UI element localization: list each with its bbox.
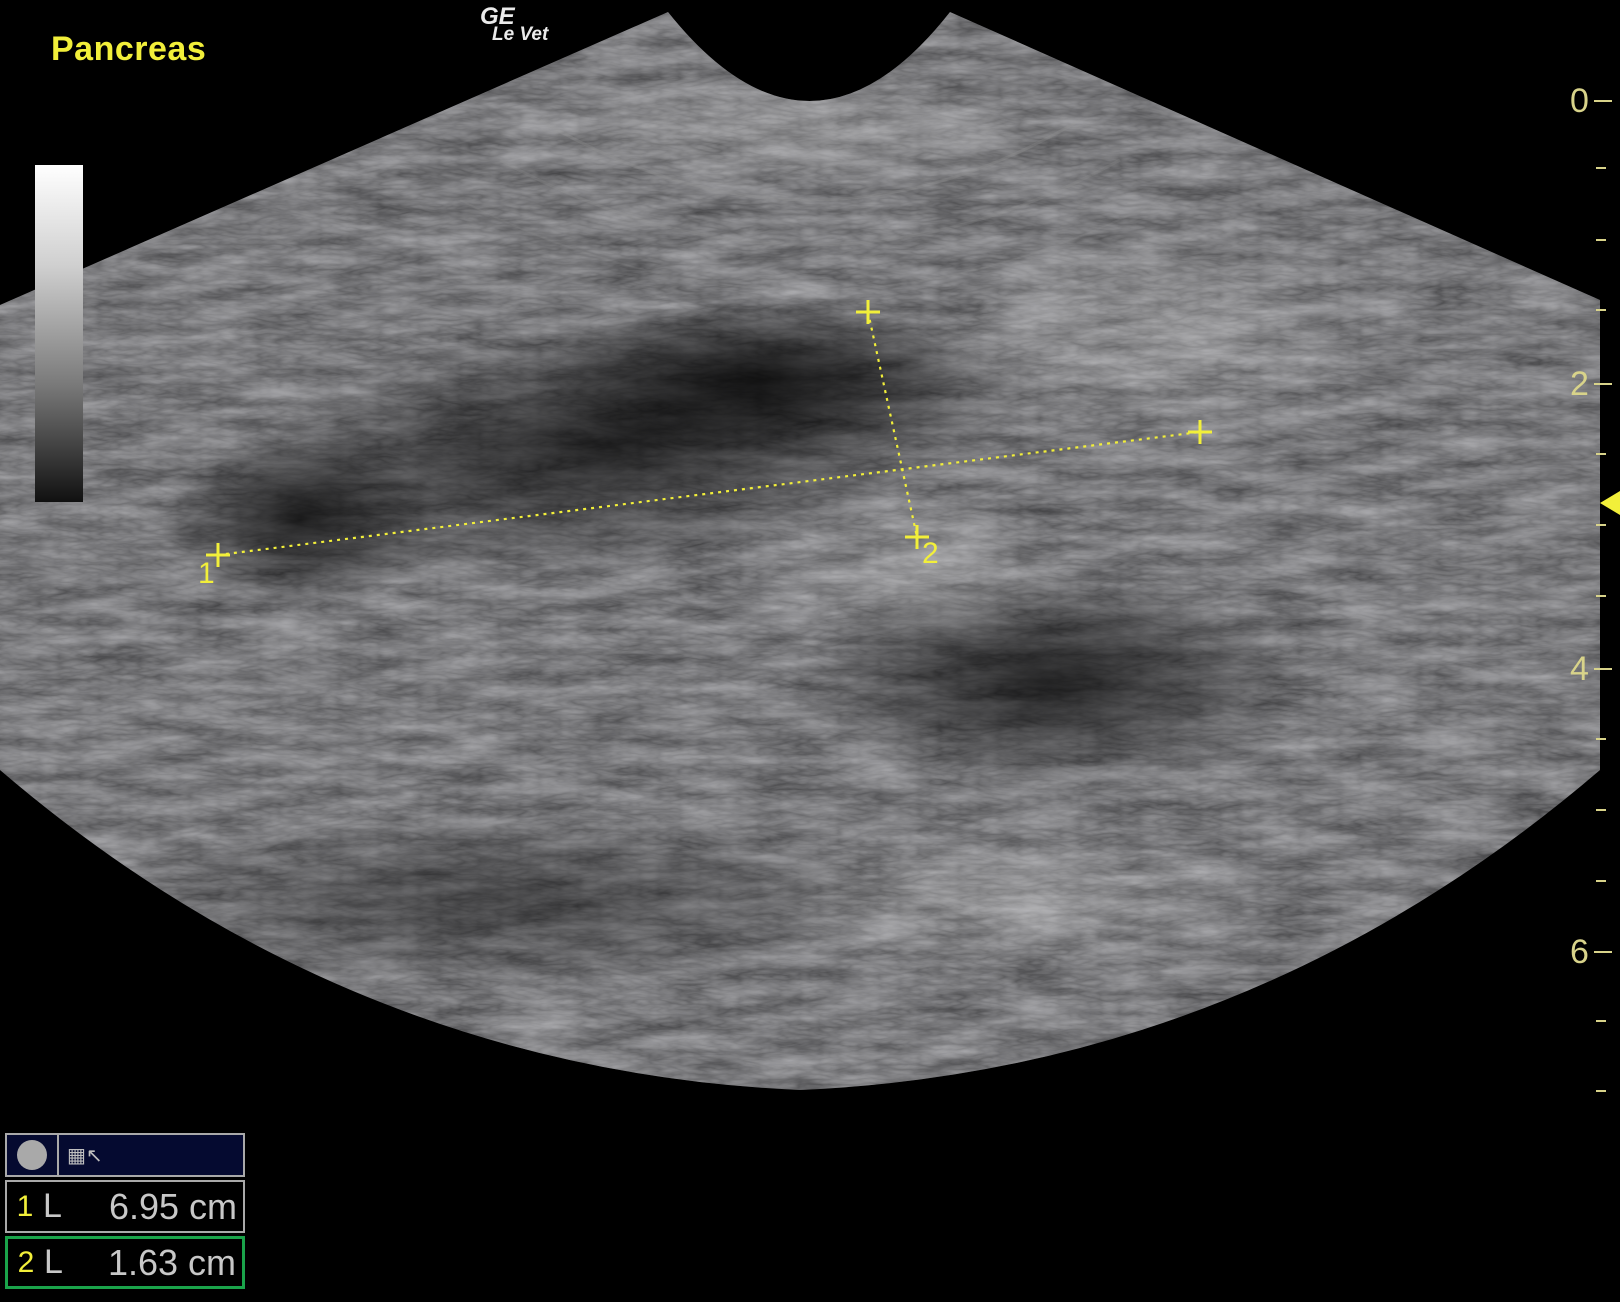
measurement-value: 6.95 cm — [108, 1185, 237, 1227]
brand-logo: GE Le Vet — [480, 5, 549, 45]
record-circle-icon[interactable] — [17, 1140, 47, 1170]
measurement-panel: ▦↖ 1 L 6.95 cm 2 L 1.63 cm — [5, 1133, 245, 1289]
depth-label-6: 6 — [1570, 933, 1589, 971]
ultrasound-sector — [0, 12, 1600, 1090]
caliper-1-label: 1 — [198, 557, 215, 590]
measurement-index: 1 — [16, 1189, 34, 1223]
focus-marker-icon[interactable] — [1600, 491, 1620, 515]
grayscale-bar — [35, 165, 83, 502]
toolbar-divider — [57, 1135, 59, 1175]
measurement-value: 1.63 cm — [107, 1241, 236, 1283]
measure-tool-icon[interactable]: ▦↖ — [67, 1143, 103, 1167]
ultrasound-image: 1 2 — [0, 12, 1612, 1092]
depth-scale-ticks — [1594, 100, 1612, 1092]
measurement-toolbar: ▦↖ — [5, 1133, 245, 1177]
depth-label-2: 2 — [1570, 365, 1589, 403]
measurement-index: 2 — [17, 1245, 35, 1279]
organ-label: Pancreas — [51, 30, 207, 68]
brand-line-2: Le Vet — [492, 24, 549, 45]
caliper-2-label: 2 — [922, 537, 939, 570]
measurement-type: L — [43, 1187, 62, 1225]
measurement-row-2[interactable]: 2 L 1.63 cm — [5, 1236, 245, 1289]
measurement-row-1[interactable]: 1 L 6.95 cm — [5, 1180, 245, 1233]
measurement-type: L — [44, 1243, 63, 1281]
depth-label-4: 4 — [1570, 650, 1589, 688]
depth-label-0: 0 — [1570, 82, 1589, 120]
